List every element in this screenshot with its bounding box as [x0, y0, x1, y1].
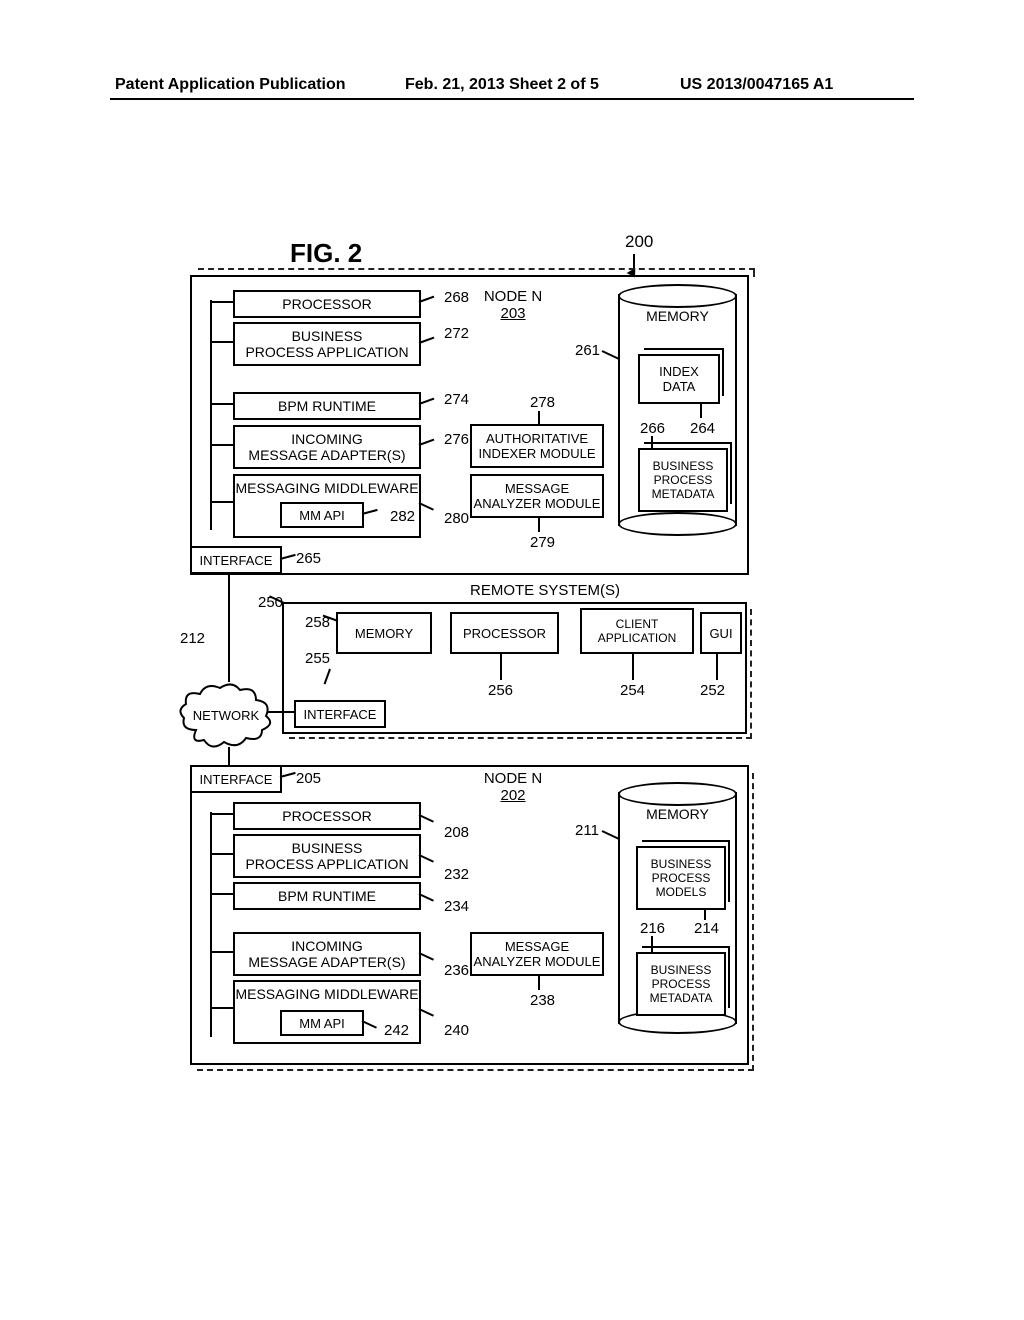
- processor-top: PROCESSOR: [233, 290, 421, 318]
- gui-remote-ref: 252: [700, 682, 725, 699]
- mam-top-ref: 279: [530, 534, 555, 551]
- node-top-stack: [198, 268, 755, 277]
- processor-bot-ref: 208: [444, 824, 469, 841]
- bp-meta-top-stack: [644, 442, 732, 504]
- bp-meta-bot-ref: 216: [640, 920, 665, 937]
- header-right: US 2013/0047165 A1: [680, 76, 833, 94]
- bpa-bot: BUSINESS PROCESS APPLICATION: [233, 834, 421, 878]
- interface-remote-ref: 255: [305, 650, 330, 667]
- bus-top-5: [210, 501, 233, 503]
- ima-bot-ref: 236: [444, 962, 469, 979]
- mm-bot-ref: 240: [444, 1022, 469, 1039]
- node-bot-ref: 202: [468, 787, 558, 804]
- network-cloud: NETWORK: [176, 680, 276, 750]
- bpm-bot: BPM RUNTIME: [233, 882, 421, 910]
- system-ref: 200: [625, 232, 653, 252]
- bus-top-1: [210, 301, 233, 303]
- client-app-remote: CLIENT APPLICATION: [580, 608, 694, 654]
- memory-remote: MEMORY: [336, 612, 432, 654]
- interface-bot: INTERFACE: [190, 765, 282, 793]
- mmapi-top-ref: 282: [390, 508, 415, 525]
- interface-top: INTERFACE: [190, 546, 282, 574]
- client-remote-ref: 254: [620, 682, 645, 699]
- mmapi-bot-ref: 242: [384, 1022, 409, 1039]
- processor-top-ref: 268: [444, 289, 469, 306]
- network-ref: 212: [180, 630, 205, 647]
- bus-bot: [210, 812, 212, 1037]
- bpm-bot-ref: 234: [444, 898, 469, 915]
- lead-278: [538, 411, 540, 424]
- lead-254: [632, 652, 634, 680]
- header-mid: Feb. 21, 2013 Sheet 2 of 5: [405, 76, 599, 94]
- lead-266: [651, 436, 653, 448]
- interface-bot-ref: 205: [296, 770, 321, 787]
- bp-meta-top-ref: 266: [640, 420, 665, 437]
- bus-top-2: [210, 341, 233, 343]
- memory-bot-ref: 211: [575, 822, 599, 839]
- node-top-title-text: NODE N: [468, 288, 558, 305]
- bpa-top: BUSINESS PROCESS APPLICATION: [233, 322, 421, 366]
- lead-238: [538, 974, 540, 990]
- bus-top-3: [210, 403, 233, 405]
- lead-279: [538, 516, 540, 532]
- bp-models-ref: 214: [694, 920, 719, 937]
- bus-top: [210, 300, 212, 530]
- bus-bot-5: [210, 1007, 233, 1009]
- interface-remote: INTERFACE: [294, 700, 386, 728]
- interface-top-ref: 265: [296, 550, 321, 567]
- index-data-stack: [644, 348, 724, 396]
- bus-bot-1: [210, 813, 233, 815]
- mam-top: MESSAGE ANALYZER MODULE: [470, 474, 604, 518]
- bus-bot-4: [210, 951, 233, 953]
- bp-meta-bot-stack: [642, 946, 730, 1008]
- aim-top-ref: 278: [530, 394, 555, 411]
- remote-title: REMOTE SYSTEM(S): [470, 582, 620, 599]
- header-left: Patent Application Publication: [115, 76, 346, 94]
- index-data-ref: 264: [690, 420, 715, 437]
- node-top-title: NODE N 203: [468, 288, 558, 322]
- processor-remote-ref: 256: [488, 682, 513, 699]
- memory-top-label: MEMORY: [618, 308, 737, 324]
- lead-256: [500, 652, 502, 680]
- figure-label: FIG. 2: [290, 238, 362, 269]
- net-line-right: [268, 711, 294, 713]
- mam-bot: MESSAGE ANALYZER MODULE: [470, 932, 604, 976]
- bp-models-stack: [642, 840, 730, 902]
- ima-top: INCOMING MESSAGE ADAPTER(S): [233, 425, 421, 469]
- bpm-top: BPM RUNTIME: [233, 392, 421, 420]
- node-bot-title: NODE N 202: [468, 770, 558, 804]
- node-bot-title-text: NODE N: [468, 770, 558, 787]
- net-line-up: [228, 572, 230, 682]
- lead-252: [716, 652, 718, 680]
- lead-216: [651, 936, 653, 952]
- aim-top: AUTHORITATIVE INDEXER MODULE: [470, 424, 604, 468]
- bpa-top-ref: 272: [444, 325, 469, 342]
- node-top-ref: 203: [468, 305, 558, 322]
- processor-remote: PROCESSOR: [450, 612, 559, 654]
- processor-bot: PROCESSOR: [233, 802, 421, 830]
- lead-214: [704, 908, 706, 920]
- mm-top-ref: 280: [444, 510, 469, 527]
- memory-bot-label: MEMORY: [618, 806, 737, 822]
- lead-264: [700, 402, 702, 418]
- ima-top-ref: 276: [444, 431, 469, 448]
- bpa-bot-ref: 232: [444, 866, 469, 883]
- mmapi-bot: MM API: [280, 1010, 364, 1036]
- mmapi-top: MM API: [280, 502, 364, 528]
- bus-bot-2: [210, 853, 233, 855]
- bus-bot-3: [210, 893, 233, 895]
- network-label: NETWORK: [176, 708, 276, 723]
- bus-top-4: [210, 444, 233, 446]
- mam-bot-ref: 238: [530, 992, 555, 1009]
- ima-bot: INCOMING MESSAGE ADAPTER(S): [233, 932, 421, 976]
- header-rule: [110, 98, 914, 100]
- memory-top-ref: 261: [575, 342, 600, 359]
- gui-remote: GUI: [700, 612, 742, 654]
- patent-figure-page: Patent Application Publication Feb. 21, …: [0, 0, 1024, 1320]
- bpm-top-ref: 274: [444, 391, 469, 408]
